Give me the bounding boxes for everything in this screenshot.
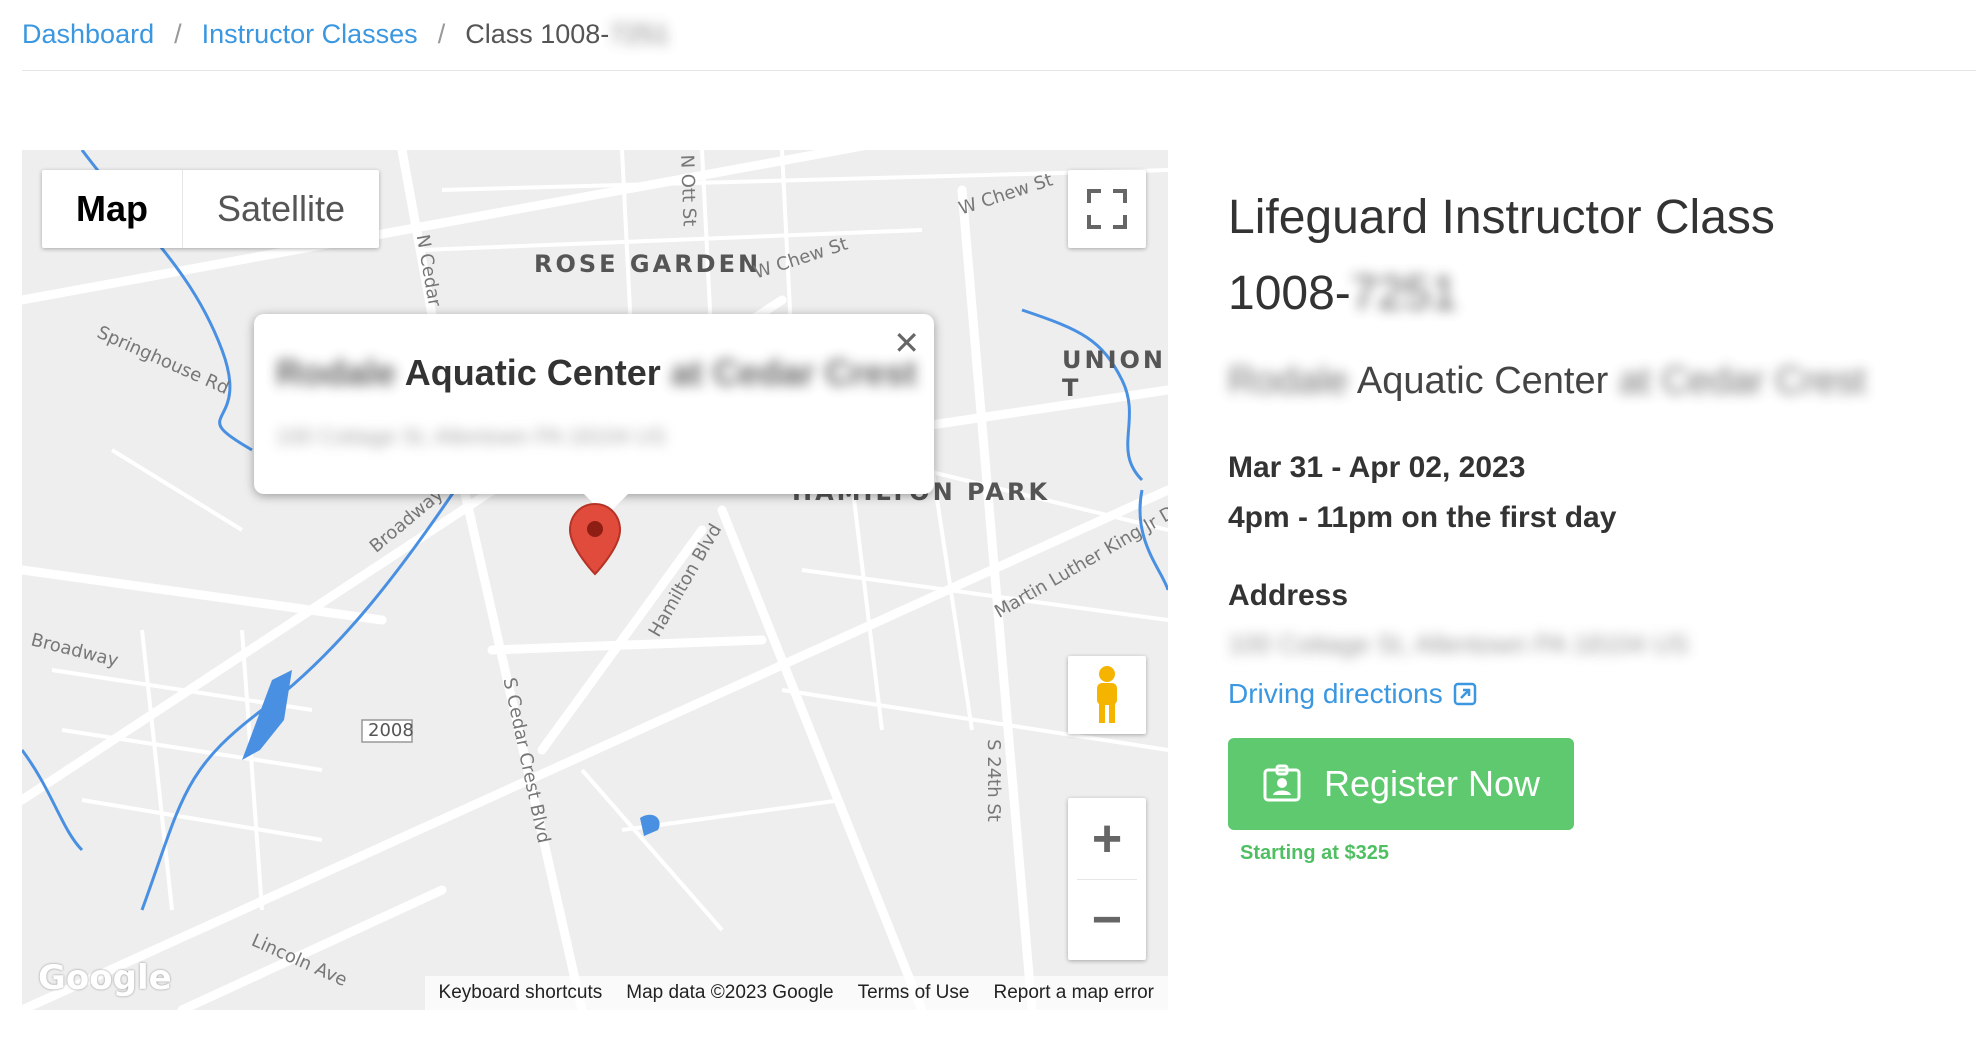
info-window-title-visible: Aquatic Center — [404, 352, 661, 393]
breadcrumb-current-label: Class 1008- — [465, 18, 610, 49]
info-window-title-redacted-suffix: at Cedar Crest — [670, 352, 917, 393]
info-window-address: 100 Cottage St, Allentown PA 18104 US — [276, 424, 666, 449]
venue-name-visible: Aquatic Center — [1356, 360, 1609, 402]
breadcrumb-instructor-classes[interactable]: Instructor Classes — [202, 19, 418, 50]
location-pin-icon[interactable] — [568, 502, 622, 576]
street-label: N Ott St — [676, 154, 700, 227]
class-dates: Mar 31 - Apr 02, 2023 — [1228, 451, 1526, 484]
street-view-button[interactable] — [1068, 656, 1146, 734]
map-type-map-button[interactable]: Map — [42, 170, 183, 248]
breadcrumb-separator: / — [437, 18, 446, 49]
venue-name: Rodale Aquatic Center at Cedar Crest — [1228, 360, 1948, 403]
class-title-line2: 1008-7251 — [1228, 256, 1948, 332]
breadcrumb-separator: / — [174, 18, 182, 49]
address-value: 100 Cottage St, Allentown PA 18104 US — [1228, 629, 1689, 659]
header-divider — [22, 70, 1976, 71]
venue-name-redacted-suffix: at Cedar Crest — [1618, 360, 1866, 402]
info-window-title-redacted: Rodale — [276, 352, 397, 393]
venue-name-redacted: Rodale — [1228, 360, 1349, 402]
class-number-redacted: 7251 — [1350, 267, 1458, 320]
class-details: Lifeguard Instructor Class 1008-7251 Rod… — [1228, 180, 1948, 865]
driving-directions-label: Driving directions — [1228, 678, 1443, 709]
breadcrumb: Dashboard / Instructor Classes / Class 1… — [22, 14, 669, 54]
map-info-window: ✕ Rodale Aquatic Center at Cedar Crest 1… — [254, 314, 934, 516]
address-heading: Address — [1228, 579, 1349, 612]
pegman-icon — [1097, 666, 1117, 723]
id-badge-icon — [1263, 764, 1301, 802]
map[interactable]: ROSE GARDEN UNION T HAMILTON PARK W Chew… — [22, 150, 1168, 1010]
map-type-satellite-button[interactable]: Satellite — [183, 170, 379, 248]
map-base — [22, 150, 1168, 1010]
class-number-prefix: 1008- — [1228, 267, 1351, 320]
zoom-out-button[interactable]: − — [1068, 880, 1146, 960]
route-shield-label: 2008 — [368, 720, 414, 741]
starting-price: Starting at $325 — [1240, 842, 1389, 864]
register-now-label: Register Now — [1323, 763, 1541, 804]
map-type-control: Map Satellite — [42, 170, 380, 248]
fullscreen-button[interactable] — [1068, 170, 1146, 248]
register-now-button[interactable]: Register Now — [1228, 738, 1574, 830]
map-footer: Keyboard shortcuts Map data ©2023 Google… — [424, 976, 1168, 1010]
zoom-in-button[interactable]: + — [1068, 799, 1146, 879]
google-logo: Google — [38, 958, 172, 998]
info-window-title: Rodale Aquatic Center at Cedar Crest — [276, 352, 917, 394]
keyboard-shortcuts-link[interactable]: Keyboard shortcuts — [439, 982, 603, 1004]
breadcrumb-dashboard[interactable]: Dashboard — [22, 19, 154, 50]
map-label-union: UNION T — [1062, 346, 1166, 402]
class-time: 4pm - 11pm on the first day — [1228, 501, 1617, 534]
zoom-control: + − — [1068, 798, 1146, 960]
class-title-line1: Lifeguard Instructor Class — [1228, 191, 1775, 244]
map-data-attribution: Map data ©2023 Google — [626, 982, 834, 1003]
breadcrumb-current: Class 1008-7251 — [465, 19, 669, 50]
breadcrumb-current-redacted: 7251 — [609, 18, 670, 49]
report-map-error-link[interactable]: Report a map error — [993, 982, 1154, 1004]
driving-directions-link[interactable]: Driving directions — [1228, 678, 1477, 710]
map-label-rose-garden: ROSE GARDEN — [534, 250, 762, 278]
external-link-icon — [1453, 682, 1476, 706]
class-title: Lifeguard Instructor Class 1008-7251 — [1228, 180, 1948, 332]
fullscreen-icon — [1087, 189, 1127, 229]
street-label: S 24th St — [982, 739, 1004, 822]
terms-of-use-link[interactable]: Terms of Use — [858, 982, 970, 1004]
